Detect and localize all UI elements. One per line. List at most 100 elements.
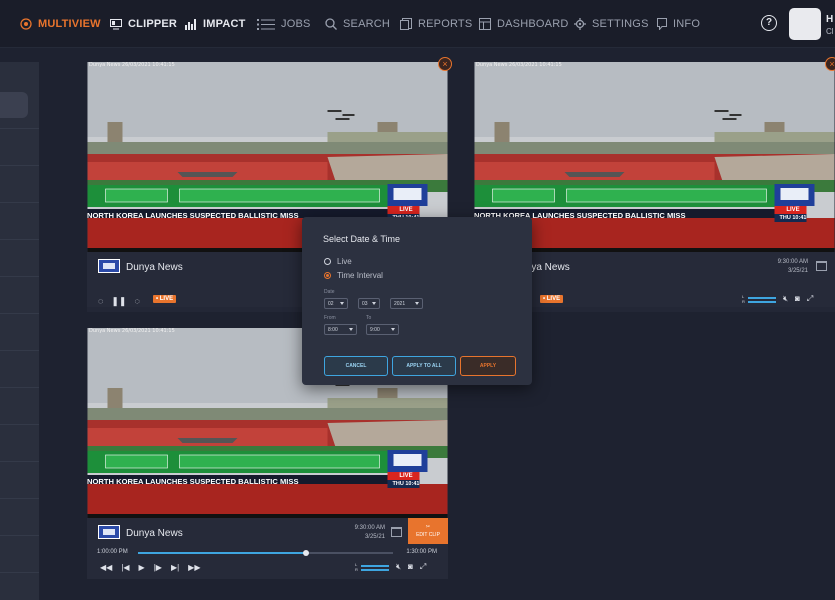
clip-datetime: 9:30:00 AM 3/25/21	[778, 258, 808, 276]
camera-icon[interactable]: ◙	[795, 294, 800, 304]
avatar[interactable]	[789, 8, 821, 40]
info-icon	[657, 18, 667, 30]
channel-name: Dunya News	[126, 262, 183, 273]
year-select[interactable]: 2021	[390, 298, 423, 309]
nav-clipper[interactable]: CLIPPER	[110, 16, 177, 32]
audio-controls: LR 🔇︎ ◙ ⤢	[355, 562, 426, 572]
nav-impact-label: IMPACT	[203, 18, 246, 30]
day-select[interactable]: 03	[358, 298, 380, 309]
nav-jobs-label: JOBS	[281, 18, 311, 30]
apply-to-all-button[interactable]: APPLY TO ALL	[392, 356, 456, 376]
live-tag: LIVE	[399, 473, 413, 479]
channel-logo	[98, 259, 120, 273]
clip-datetime: 9:30:00 AM 3/25/21	[355, 524, 385, 542]
fullscreen-icon[interactable]: ⤢	[420, 562, 426, 572]
date-time-dialog: Select Date & Time Live Time Interval Da…	[302, 217, 532, 385]
nav-impact[interactable]: IMPACT	[185, 16, 246, 32]
live-badge[interactable]: • LIVE	[540, 295, 564, 303]
from-time-select[interactable]: 8:00	[324, 324, 357, 335]
nav-clipper-label: CLIPPER	[128, 18, 178, 30]
to-time-value: 9:00	[370, 327, 380, 333]
radio-dot-selected[interactable]	[324, 272, 331, 279]
chevron-down-icon	[391, 328, 395, 331]
mute-icon[interactable]: 🔇︎	[783, 294, 788, 304]
clip-time: 9:30:00 AM	[777, 259, 808, 265]
sidebar-divider	[0, 313, 39, 314]
to-time-select[interactable]: 9:00	[366, 324, 399, 335]
scissors-icon: ✂	[425, 524, 431, 530]
mute-icon[interactable]: 🔇︎	[396, 562, 401, 572]
nav-reports[interactable]: REPORTS	[400, 16, 472, 32]
radio-live-label: Live	[337, 257, 352, 266]
close-icon[interactable]: ×	[825, 57, 835, 71]
nav-dashboard-label: DASHBOARD	[497, 18, 569, 30]
news-ticker: NORTH KOREA LAUNCHES SUSPECTED BALLISTIC…	[87, 211, 299, 220]
from-time-value: 8:00	[328, 327, 338, 333]
calendar-icon[interactable]	[391, 527, 402, 537]
sidebar-divider	[0, 572, 39, 573]
broadcast-clock: THU 10:41	[779, 215, 807, 221]
radio-dot[interactable]	[324, 258, 331, 265]
clip-date: 3/25/21	[787, 268, 808, 274]
settings-icon	[574, 18, 586, 30]
broadcast-clock: THU 10:41	[392, 481, 420, 487]
play-icon[interactable]: ▶	[139, 563, 145, 572]
sidebar-divider	[0, 128, 39, 129]
sidebar-divider	[0, 350, 39, 351]
close-icon[interactable]: ×	[438, 57, 452, 71]
nav-multiview[interactable]: MULTIVIEW	[20, 16, 101, 32]
jobs-icon	[257, 18, 275, 30]
transport-controls: ◀◀ |◀ ▶ |▶ ▶| ▶▶	[100, 563, 200, 572]
nav-settings-label: SETTINGS	[592, 18, 649, 30]
skip-forward-icon[interactable]: ▶|	[171, 563, 179, 572]
step-forward-icon[interactable]: |▶	[154, 563, 162, 572]
sidebar	[0, 62, 39, 600]
volume-meter[interactable]: LR	[742, 294, 776, 304]
cancel-button[interactable]: CANCEL	[324, 356, 388, 376]
fast-rewind-icon[interactable]: ◀◀	[100, 563, 112, 572]
nav-settings[interactable]: SETTINGS	[574, 16, 649, 32]
fullscreen-icon[interactable]: ⤢	[807, 294, 813, 304]
nav-info[interactable]: INFO	[657, 16, 700, 32]
chevron-down-icon	[340, 302, 344, 305]
video-timestamp: Dunya News 26/03/2021 10:41:15	[476, 62, 562, 68]
day-value: 03	[362, 301, 368, 307]
sidebar-divider	[0, 498, 39, 499]
camera-icon[interactable]: ◙	[408, 562, 413, 572]
playback-controls: ◌ ❚❚ ◌	[98, 296, 140, 306]
timeline-track[interactable]	[138, 550, 393, 556]
live-badge[interactable]: • LIVE	[153, 295, 177, 303]
refresh-icon[interactable]: ◌	[134, 296, 139, 306]
rewind-icon[interactable]: ◌	[98, 296, 103, 306]
date-label: Date	[324, 289, 335, 295]
clipper-icon	[110, 18, 122, 29]
nav-reports-label: REPORTS	[418, 18, 473, 30]
timeline-handle[interactable]	[303, 550, 310, 556]
sidebar-divider	[0, 276, 39, 277]
radio-time-interval[interactable]: Time Interval	[324, 271, 383, 280]
sidebar-divider	[0, 387, 39, 388]
nav-search[interactable]: SEARCH	[325, 16, 390, 32]
video-timestamp: Dunya News 26/03/2021 10:41:15	[89, 62, 175, 68]
apply-button[interactable]: APPLY	[460, 356, 516, 376]
month-select[interactable]: 02	[324, 298, 348, 309]
tile-info-bar: Dunya News 9:30:00 AM 3/25/21 ✂ EDIT CLI…	[87, 518, 448, 579]
volume-meter[interactable]: LR	[355, 562, 389, 572]
timeline-progress	[138, 552, 307, 554]
help-button[interactable]: ?	[761, 15, 777, 31]
skip-back-icon[interactable]: |◀	[121, 563, 129, 572]
nav-dashboard[interactable]: DASHBOARD	[479, 16, 568, 32]
sidebar-divider	[0, 461, 39, 462]
news-ticker: NORTH KOREA LAUNCHES SUSPECTED BALLISTIC…	[87, 477, 299, 486]
edit-clip-button[interactable]: ✂ EDIT CLIP	[408, 518, 448, 544]
edit-clip-label: EDIT CLIP	[416, 532, 440, 538]
radio-live[interactable]: Live	[324, 257, 352, 266]
calendar-icon[interactable]	[816, 261, 827, 271]
sidebar-search[interactable]	[0, 92, 28, 118]
end-time: 1:30:00 PM	[406, 549, 437, 555]
nav-jobs[interactable]: JOBS	[257, 16, 311, 32]
fast-forward-icon[interactable]: ▶▶	[188, 563, 200, 572]
user-name: H	[826, 14, 834, 25]
user-subtitle: Cl	[826, 27, 834, 36]
pause-icon[interactable]: ❚❚	[111, 296, 126, 306]
